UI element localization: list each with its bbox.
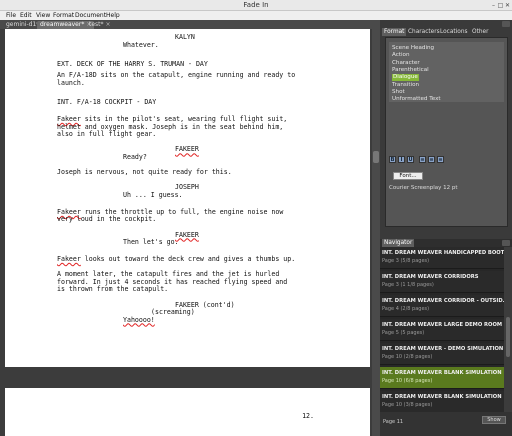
navigator-item-pages: Page 4 (2/8 pages) xyxy=(382,306,430,312)
navigator-item[interactable]: INT. DREAM WEAVER LARGE DEMO ROOM Page 5 … xyxy=(380,319,504,341)
spellcheck-flag: Fakeer xyxy=(57,254,81,263)
script-line[interactable]: is thrown from the catapult. xyxy=(57,286,168,294)
align-left-button[interactable]: ≡ xyxy=(419,156,426,163)
window-title: Fade In xyxy=(243,1,269,9)
spellcheck-flag: Fakeer xyxy=(57,115,81,124)
navigator-item[interactable]: INT. DREAM WEAVER HANDICAPPED BOOTH Page … xyxy=(380,247,504,269)
menu-document[interactable]: Document xyxy=(75,12,106,19)
tab-label: gemini-d1* xyxy=(6,21,40,28)
script-line[interactable]: FAKEER xyxy=(175,146,199,154)
navigator-item-heading: INT. DREAM WEAVER HANDICAPPED BOOTH xyxy=(382,250,504,256)
script-editor[interactable]: KALYN Whatever. EXT. DECK OF THE HARRY S. … xyxy=(0,29,372,436)
underline-button[interactable]: U xyxy=(407,156,414,163)
navigator-item-heading: INT. DREAM WEAVER BLANK SIMULATION xyxy=(382,370,502,376)
side-tab-characters[interactable]: Characters xyxy=(406,28,442,36)
tab-label: dreamweaver* xyxy=(40,21,85,28)
tab-test[interactable]: test* × xyxy=(86,21,114,29)
font-info: Courier Screenplay 12 pt xyxy=(389,185,458,191)
align-center-button[interactable]: ≡ xyxy=(428,156,435,163)
navigator-item-pages: Page 10 (3/8 pages) xyxy=(382,402,433,408)
navigator-scrollbar[interactable] xyxy=(504,247,512,412)
side-tab-other[interactable]: Other xyxy=(470,28,490,36)
script-line[interactable]: very loud in the cockpit. xyxy=(57,216,156,224)
element-type-item[interactable]: Scene Heading xyxy=(392,45,434,52)
show-button[interactable]: Show xyxy=(482,416,506,424)
scrollbar-thumb[interactable] xyxy=(373,151,379,163)
tab-label: test* xyxy=(89,21,104,28)
script-line[interactable]: Ready? xyxy=(123,153,147,162)
spellcheck-flag: Yahoooo! xyxy=(123,315,155,324)
navigator-footer: Page 11 Show xyxy=(380,412,512,436)
menu-view[interactable]: View xyxy=(36,12,50,19)
font-button[interactable]: Font... xyxy=(393,172,423,180)
navigator-list[interactable]: INT. DREAM WEAVER HANDICAPPED BOOTH Page … xyxy=(380,247,504,412)
element-type-item[interactable]: Dialogue xyxy=(392,74,419,81)
panel-close-icon[interactable] xyxy=(502,240,510,246)
script-page-next[interactable]: 12. xyxy=(5,388,370,436)
document-tabs: gemini-d1*× dreamweaver*× test*× xyxy=(0,20,380,29)
navigator-header: Navigator xyxy=(380,239,512,247)
script-line[interactable]: Yahoooo! xyxy=(123,315,155,325)
navigator-item-heading: INT. DREAM WEAVER BLANK SIMULATION xyxy=(382,394,502,400)
menu-file[interactable]: File xyxy=(6,12,16,19)
element-type-item[interactable]: Transition xyxy=(392,82,419,89)
italic-button[interactable]: I xyxy=(398,156,405,163)
navigator-item-heading: INT. DREAM WEAVER CORRIDOR - OUTSID... xyxy=(382,298,504,304)
page-indicator: Page 11 xyxy=(383,419,404,425)
menu-bar: File Edit View Format Document Help xyxy=(0,11,512,20)
side-tab-locations[interactable]: Locations xyxy=(438,28,470,36)
editor-scrollbar[interactable] xyxy=(372,29,380,436)
navigator-item[interactable]: INT. DREAM WEAVER BLANK SIMULATION Page 1… xyxy=(380,391,504,412)
element-type-list[interactable]: Scene Heading Action Character Parenthetica… xyxy=(389,42,504,102)
element-type-item[interactable]: Character xyxy=(392,60,420,67)
script-line[interactable]: also in full flight gear. xyxy=(57,131,156,139)
navigator-item-pages: Page 3 (1 1/8 pages) xyxy=(382,282,434,288)
script-line[interactable]: An F/A-18D sits on the catapult, engine … xyxy=(57,71,295,80)
navigator-item[interactable]: INT. DREAM WEAVER CORRIDORS Page 3 (1 1/8… xyxy=(380,271,504,293)
menu-format[interactable]: Format xyxy=(53,12,74,19)
element-type-item[interactable]: Unformatted Text xyxy=(392,96,441,103)
script-line[interactable]: (screaming) xyxy=(151,309,195,317)
menu-edit[interactable]: Edit xyxy=(20,12,32,19)
side-tab-format[interactable]: Format xyxy=(382,28,407,36)
title-bar: Fade In – □ ✕ xyxy=(0,0,512,11)
spellcheck-flag: FAKEER xyxy=(175,145,199,154)
navigator-item-heading: INT. DREAM WEAVER - DEMO SIMULATION ... xyxy=(382,346,504,352)
script-line[interactable]: Whatever. xyxy=(123,41,159,50)
element-type-item[interactable]: Shot xyxy=(392,89,405,96)
script-line[interactable]: EXT. DECK OF THE HARRY S. TRUMAN - DAY xyxy=(57,60,208,69)
align-right-button[interactable]: ≡ xyxy=(437,156,444,163)
format-panel-container: Format Characters Locations Other Scene … xyxy=(380,20,512,230)
bold-button[interactable]: B xyxy=(389,156,396,163)
navigator-item-pages: Page 5 (5 pages) xyxy=(382,330,425,336)
navigator-item-pages: Page 10 (6/8 pages) xyxy=(382,378,433,384)
navigator-item-heading: INT. DREAM WEAVER LARGE DEMO ROOM xyxy=(382,322,503,328)
navigator-item-pages: Page 3 (5/8 pages) xyxy=(382,258,430,264)
script-line[interactable]: Joseph is nervous, not quite ready for t… xyxy=(57,169,232,177)
element-type-item[interactable]: Parenthetical xyxy=(392,67,429,74)
element-type-item[interactable]: Action xyxy=(392,52,410,59)
script-line[interactable]: Fakeer looks out toward the deck crew an… xyxy=(57,254,295,264)
page-number: 12. xyxy=(302,412,314,420)
script-page[interactable]: KALYN Whatever. EXT. DECK OF THE HARRY S. … xyxy=(5,29,370,367)
script-line[interactable]: Uh ... I guess. xyxy=(123,191,183,200)
navigator-item[interactable]: INT. DREAM WEAVER CORRIDOR - OUTSID... Pa… xyxy=(380,295,504,317)
maximize-icon[interactable]: □ xyxy=(497,2,504,9)
script-line[interactable]: Then let's go. xyxy=(123,239,179,247)
navigator-title: Navigator xyxy=(382,239,415,247)
navigator-item-pages: Page 10 (2/8 pages) xyxy=(382,354,433,360)
script-line[interactable]: launch. xyxy=(57,79,85,88)
panel-close-icon[interactable] xyxy=(502,21,510,27)
format-panel: Scene Heading Action Character Parenthetica… xyxy=(385,37,508,227)
navigator-item-heading: INT. DREAM WEAVER CORRIDORS xyxy=(382,274,479,280)
menu-help[interactable]: Help xyxy=(106,12,120,19)
close-icon[interactable]: ✕ xyxy=(504,2,511,9)
close-tab-icon[interactable]: × xyxy=(106,21,111,28)
navigator-item[interactable]: INT. DREAM WEAVER - DEMO SIMULATION ... P… xyxy=(380,343,504,365)
script-line[interactable]: INT. F/A-18 COCKPIT - DAY xyxy=(57,98,156,107)
scrollbar-thumb[interactable] xyxy=(506,317,510,357)
script-line[interactable]: KALYN xyxy=(175,33,195,42)
navigator-item[interactable]: INT. DREAM WEAVER BLANK SIMULATION Page 1… xyxy=(380,367,504,389)
minimize-icon[interactable]: – xyxy=(490,2,497,9)
